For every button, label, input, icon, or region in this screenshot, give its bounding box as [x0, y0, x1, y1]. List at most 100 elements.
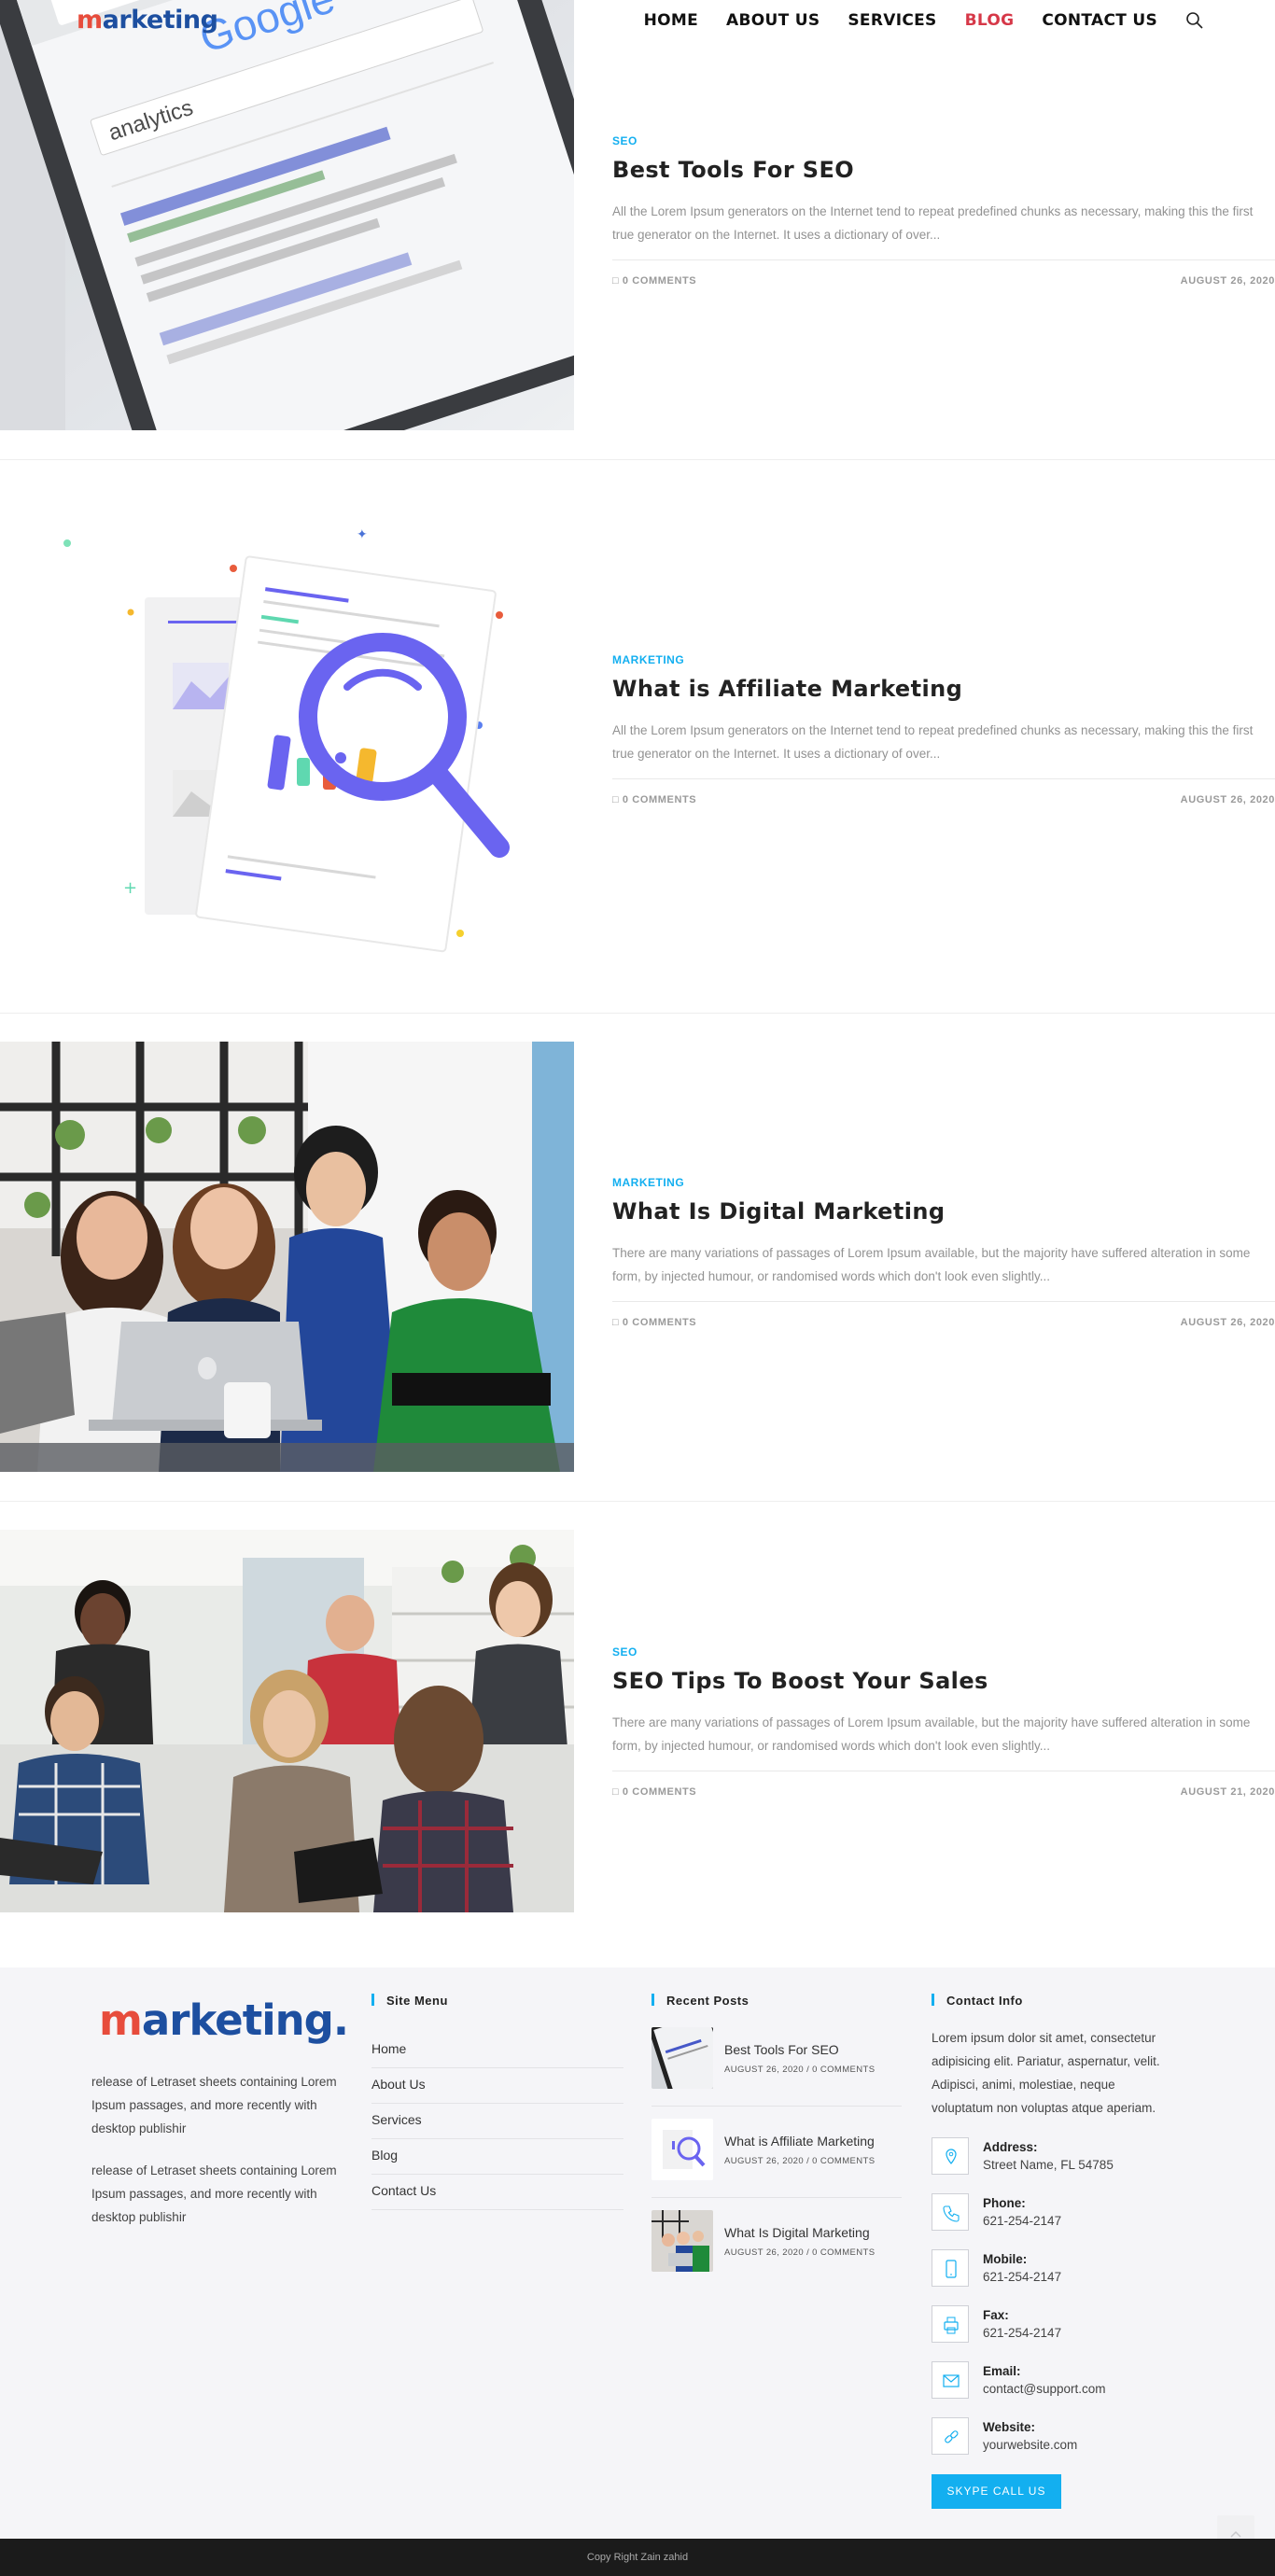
recent-post-meta: AUGUST 26, 2020 / 0 COMMENTS — [724, 2247, 876, 2258]
nav-contact-us[interactable]: CONTACT US — [1042, 11, 1157, 30]
post-image-illustration[interactable]: ✦ + — [0, 495, 574, 980]
post-body: MARKETING What Is Digital Marketing Ther… — [612, 1176, 1275, 1338]
copyright-text: Copy Right Zain zahid — [586, 2552, 689, 2563]
post-divider — [0, 1013, 1275, 1014]
post-excerpt: All the Lorem Ipsum generators on the In… — [612, 723, 1254, 761]
contact-value: 621-254-2147 — [983, 2326, 1062, 2340]
post-title[interactable]: SEO Tips To Boost Your Sales — [612, 1668, 1275, 1694]
footer-link-services[interactable]: Services — [371, 2104, 623, 2139]
footer-link-home[interactable]: Home — [371, 2033, 623, 2068]
post-meta: □ 0 COMMENTS AUGUST 26, 2020 — [612, 259, 1275, 297]
nav-services[interactable]: SERVICES — [848, 11, 936, 30]
skype-call-button[interactable]: SKYPE CALL US — [932, 2474, 1061, 2509]
footer-link-blog[interactable]: Blog — [371, 2139, 623, 2175]
nav-about-us[interactable]: ABOUT US — [726, 11, 820, 30]
fax-icon — [932, 2305, 969, 2343]
post-category[interactable]: MARKETING — [612, 653, 1275, 666]
comment-icon: □ — [612, 275, 623, 287]
post-category[interactable]: MARKETING — [612, 1176, 1275, 1189]
blog-post: MARKETING What Is Digital Marketing Ther… — [0, 1042, 1275, 1472]
comments-link[interactable]: □ 0 COMMENTS — [612, 794, 696, 805]
post-divider — [0, 1501, 1275, 1502]
post-divider — [0, 459, 1275, 460]
post-category[interactable]: SEO — [612, 1645, 1275, 1659]
contact-value: Street Name, FL 54785 — [983, 2158, 1114, 2172]
post-image-team-meeting[interactable] — [0, 1530, 574, 1912]
post-date: AUGUST 26, 2020 — [1180, 275, 1275, 287]
recent-post-item[interactable]: What is Affiliate Marketing AUGUST 26, 2… — [652, 2119, 902, 2212]
comments-link[interactable]: □ 0 COMMENTS — [612, 275, 696, 287]
nav-blog[interactable]: BLOG — [965, 11, 1015, 30]
recent-post-meta: AUGUST 26, 2020 / 0 COMMENTS — [724, 2156, 876, 2166]
divider — [652, 2197, 902, 2198]
comment-icon: □ — [612, 1786, 623, 1798]
site-logo[interactable]: marketing — [77, 6, 218, 35]
recent-post-meta: AUGUST 26, 2020 / 0 COMMENTS — [724, 2065, 876, 2075]
post-image-phone[interactable]: Google analytics — [0, 0, 574, 430]
contact-label: Website: — [983, 2420, 1036, 2434]
contact-website: Website: yourwebsite.com — [932, 2417, 1212, 2459]
contact-phone: Phone: 621-254-2147 — [932, 2193, 1212, 2235]
comments-link[interactable]: □ 0 COMMENTS — [612, 1786, 696, 1798]
svg-text:✦: ✦ — [357, 527, 368, 542]
post-meta: □ 0 COMMENTS AUGUST 21, 2020 — [612, 1771, 1275, 1808]
comment-icon: □ — [612, 794, 623, 805]
divider — [652, 2106, 902, 2107]
post-title[interactable]: What Is Digital Marketing — [612, 1198, 1275, 1225]
footer-link-contact-us[interactable]: Contact Us — [371, 2175, 623, 2210]
contact-intro: Lorem ipsum dolor sit amet, consectetur … — [932, 2026, 1174, 2120]
contact-label: Address: — [983, 2140, 1038, 2154]
contact-value[interactable]: 621-254-2147 — [983, 2214, 1061, 2228]
post-date: AUGUST 21, 2020 — [1180, 1786, 1275, 1798]
footer-about-text: release of Letraset sheets containing Lo… — [91, 2075, 337, 2135]
contact-label: Fax: — [983, 2308, 1009, 2322]
contact-intro-text: Lorem ipsum dolor sit amet, consectetur … — [932, 2031, 1160, 2115]
contact-value[interactable]: contact@support.com — [983, 2382, 1106, 2396]
post-body: SEO Best Tools For SEO All the Lorem Ips… — [612, 134, 1275, 297]
contact-value[interactable]: 621-254-2147 — [983, 2270, 1061, 2284]
recent-post-title[interactable]: Best Tools For SEO — [724, 2042, 839, 2057]
footer-site-menu: Home About Us Services Blog Contact Us — [371, 2033, 623, 2210]
post-excerpt: There are many variations of passages of… — [612, 1246, 1251, 1283]
chevron-up-icon — [1230, 2530, 1241, 2538]
nav-home[interactable]: HOME — [644, 11, 698, 30]
post-title[interactable]: Best Tools For SEO — [612, 157, 1275, 183]
recent-post-title[interactable]: What Is Digital Marketing — [724, 2225, 870, 2240]
recent-post-title[interactable]: What is Affiliate Marketing — [724, 2134, 875, 2149]
comments-link[interactable]: □ 0 COMMENTS — [612, 1317, 696, 1328]
recent-post-thumbnail — [652, 2027, 713, 2089]
post-category[interactable]: SEO — [612, 134, 1275, 147]
footer-link-about-us[interactable]: About Us — [371, 2068, 623, 2104]
post-excerpt: All the Lorem Ipsum generators on the In… — [612, 204, 1254, 242]
contact-label: Mobile: — [983, 2252, 1028, 2266]
copyright-bar: Copy Right Zain zahid — [0, 2539, 1275, 2576]
contact-value[interactable]: yourwebsite.com — [983, 2438, 1077, 2452]
mobile-icon — [932, 2249, 969, 2287]
envelope-icon — [932, 2361, 969, 2399]
contact-label: Phone: — [983, 2196, 1026, 2210]
search-icon[interactable] — [1185, 11, 1204, 30]
post-date: AUGUST 26, 2020 — [1180, 794, 1275, 805]
post-date: AUGUST 26, 2020 — [1180, 1317, 1275, 1328]
footer-about-text: release of Letraset sheets containing Lo… — [91, 2163, 337, 2224]
post-image-team-laptop[interactable] — [0, 1042, 574, 1472]
phone-icon — [932, 2193, 969, 2231]
recent-post-item[interactable]: What Is Digital Marketing AUGUST 26, 202… — [652, 2210, 902, 2303]
recent-post-item[interactable]: Best Tools For SEO AUGUST 26, 2020 / 0 C… — [652, 2027, 902, 2121]
site-menu-heading: Site Menu — [371, 1994, 448, 2008]
svg-text:+: + — [123, 878, 137, 898]
contact-info-heading: Contact Info — [932, 1994, 1023, 2008]
post-meta: □ 0 COMMENTS AUGUST 26, 2020 — [612, 1301, 1275, 1338]
post-body: SEO SEO Tips To Boost Your Sales There a… — [612, 1645, 1275, 1808]
comment-icon: □ — [612, 1317, 623, 1328]
footer-logo[interactable]: marketing. — [99, 1995, 349, 2045]
post-title[interactable]: What is Affiliate Marketing — [612, 676, 1275, 702]
blog-post: SEO SEO Tips To Boost Your Sales There a… — [0, 1530, 1275, 1912]
contact-fax: Fax: 621-254-2147 — [932, 2305, 1212, 2347]
link-icon — [932, 2417, 969, 2455]
post-excerpt: There are many variations of passages of… — [612, 1715, 1251, 1753]
contact-email: Email: contact@support.com — [932, 2361, 1212, 2403]
blog-post: Google analytics SEO Best Tools For SEO … — [0, 0, 1275, 431]
map-pin-icon — [932, 2137, 969, 2175]
main-nav: HOME ABOUT US SERVICES BLOG CONTACT US — [616, 11, 1204, 30]
